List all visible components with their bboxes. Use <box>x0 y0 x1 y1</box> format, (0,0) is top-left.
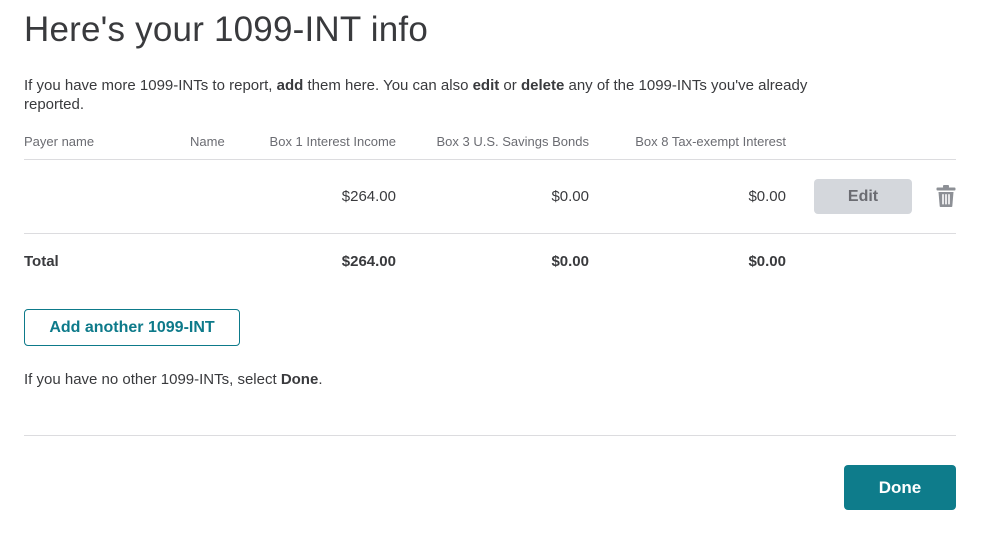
note-part-1: If you have no other 1099-INTs, select <box>24 371 281 388</box>
done-instruction: If you have no other 1099-INTs, select D… <box>24 371 322 388</box>
note-done-word: Done <box>280 371 319 388</box>
intro-part-3: or <box>499 77 521 94</box>
header-divider <box>24 159 956 160</box>
column-header-box1: Box 1 Interest Income <box>269 134 396 149</box>
total-label: Total <box>24 253 59 270</box>
row-box8-value: $0.00 <box>748 188 786 205</box>
intro-part-1: If you have more 1099-INTs to report, <box>24 77 277 94</box>
row-divider <box>24 233 956 234</box>
column-header-payer-name: Payer name <box>24 134 95 149</box>
row-box1-value: $264.00 <box>341 188 396 205</box>
note-part-2: . <box>318 371 323 388</box>
edit-button[interactable]: Edit <box>814 179 912 214</box>
add-another-1099-int-button[interactable]: Add another 1099-INT <box>24 309 240 346</box>
trash-icon-graphic <box>936 185 956 207</box>
page: Here's your 1099-INT info If you have mo… <box>24 0 956 542</box>
intro-add-word: add <box>276 77 304 94</box>
intro-edit-word: edit <box>472 77 500 94</box>
row-box3-value: $0.00 <box>551 188 589 205</box>
footer-divider <box>24 435 956 436</box>
column-header-box8: Box 8 Tax-exempt Interest <box>635 134 786 149</box>
trash-icon[interactable] <box>935 184 957 208</box>
intro-text: If you have more 1099-INTs to report, ad… <box>24 76 844 114</box>
total-box3-value: $0.00 <box>551 253 589 270</box>
column-header-name: Name <box>190 134 225 149</box>
intro-part-2: them here. You can also <box>303 77 473 94</box>
intro-delete-word: delete <box>520 77 565 94</box>
total-box1-value: $264.00 <box>341 253 396 270</box>
total-box8-value: $0.00 <box>748 253 786 270</box>
page-title: Here's your 1099-INT info <box>24 10 428 49</box>
column-header-box3: Box 3 U.S. Savings Bonds <box>436 134 589 149</box>
done-button[interactable]: Done <box>844 465 956 510</box>
